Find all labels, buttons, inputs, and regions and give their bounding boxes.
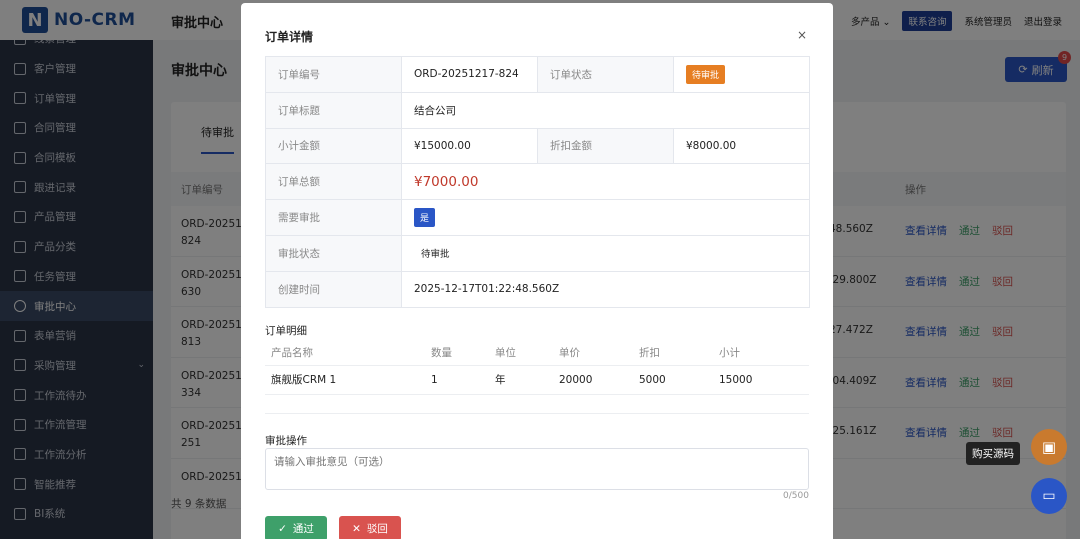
divider (265, 413, 809, 414)
order-items-table: 产品名称 数量 单位 单价 折扣 小计 旗舰版CRM 1 1 年 20000 5… (265, 340, 809, 395)
detail-row: 小计金额 ¥15000.00 折扣金额 ¥8000.00 (265, 127, 810, 165)
item-name: 旗舰版CRM 1 (265, 364, 425, 395)
subtotal-value: ¥15000.00 (401, 127, 538, 165)
discount-label: 折扣金额 (537, 127, 674, 165)
chat-icon: ▭ (1042, 488, 1056, 504)
close-icon[interactable]: × (797, 28, 807, 42)
item-discount: 5000 (633, 364, 713, 395)
char-counter: 0/500 (783, 491, 809, 501)
items-header-row: 产品名称 数量 单位 单价 折扣 小计 (265, 340, 809, 365)
approval-status-cell: 待审批 (401, 234, 810, 272)
detail-row: 订单编号 ORD-20251217-824 订单状态 待审批 (265, 56, 810, 93)
table-row: 旗舰版CRM 1 1 年 20000 5000 15000 (265, 364, 809, 395)
created-at-label: 创建时间 (265, 270, 402, 308)
modal-title: 订单详情 (265, 30, 314, 44)
order-title-label: 订单标题 (265, 91, 402, 129)
order-no-value: ORD-20251217-824 (401, 56, 538, 93)
col-unit: 单位 (495, 346, 516, 359)
need-approval-badge: 是 (414, 208, 436, 228)
detail-row: 创建时间 2025-12-17T01:22:48.560Z (265, 270, 810, 308)
approve-label: 通过 (292, 523, 314, 535)
approve-button[interactable]: ✓ 通过 (265, 516, 327, 539)
buy-source-tooltip: 购买源码 (966, 442, 1020, 465)
need-approval-cell: 是 (401, 199, 810, 236)
approval-opinion-input[interactable] (265, 448, 809, 490)
order-title-value: 结合公司 (401, 91, 810, 129)
total-label: 订单总额 (265, 163, 402, 201)
order-status-cell: 待审批 (673, 56, 810, 93)
check-icon: ✓ (278, 522, 287, 535)
detail-row: 订单总额 ¥7000.00 (265, 163, 810, 201)
need-approval-label: 需要审批 (265, 199, 402, 236)
col-discount: 折扣 (639, 346, 660, 359)
approval-status-label: 审批状态 (265, 234, 402, 272)
col-qty: 数量 (431, 346, 452, 359)
order-status-label: 订单状态 (537, 56, 674, 93)
items-section-title: 订单明细 (265, 325, 307, 337)
item-subtotal: 15000 (713, 364, 809, 395)
item-price: 20000 (553, 364, 633, 395)
close-icon: ✕ (352, 522, 361, 535)
order-detail-modal: 订单详情 × 订单编号 ORD-20251217-824 订单状态 待审批 订单… (241, 3, 833, 539)
detail-row: 订单标题 结合公司 (265, 91, 810, 129)
col-subtotal: 小计 (719, 346, 740, 359)
status-badge: 待审批 (686, 64, 726, 84)
approval-status-value: 待审批 (421, 249, 450, 261)
item-unit: 年 (489, 364, 553, 395)
subtotal-label: 小计金额 (265, 127, 402, 165)
created-at-value: 2025-12-17T01:22:48.560Z (401, 270, 810, 308)
buy-source-button[interactable]: ▣ (1031, 429, 1067, 465)
col-product-name: 产品名称 (271, 346, 313, 359)
reject-button[interactable]: ✕ 驳回 (339, 516, 401, 539)
chat-button[interactable]: ▭ (1031, 478, 1067, 514)
shopping-bag-icon: ▣ (1041, 438, 1057, 456)
total-value-cell: ¥7000.00 (401, 163, 810, 201)
detail-row: 需要审批 是 (265, 199, 810, 236)
approval-section-title: 审批操作 (265, 435, 307, 447)
col-price: 单价 (559, 346, 580, 359)
reject-label: 驳回 (366, 523, 388, 535)
discount-value: ¥8000.00 (673, 127, 810, 165)
order-no-label: 订单编号 (265, 56, 402, 93)
item-qty: 1 (425, 364, 489, 395)
total-amount: ¥7000.00 (414, 173, 479, 190)
order-detail-table: 订单编号 ORD-20251217-824 订单状态 待审批 订单标题 结合公司… (265, 56, 810, 308)
detail-row: 审批状态 待审批 (265, 234, 810, 272)
